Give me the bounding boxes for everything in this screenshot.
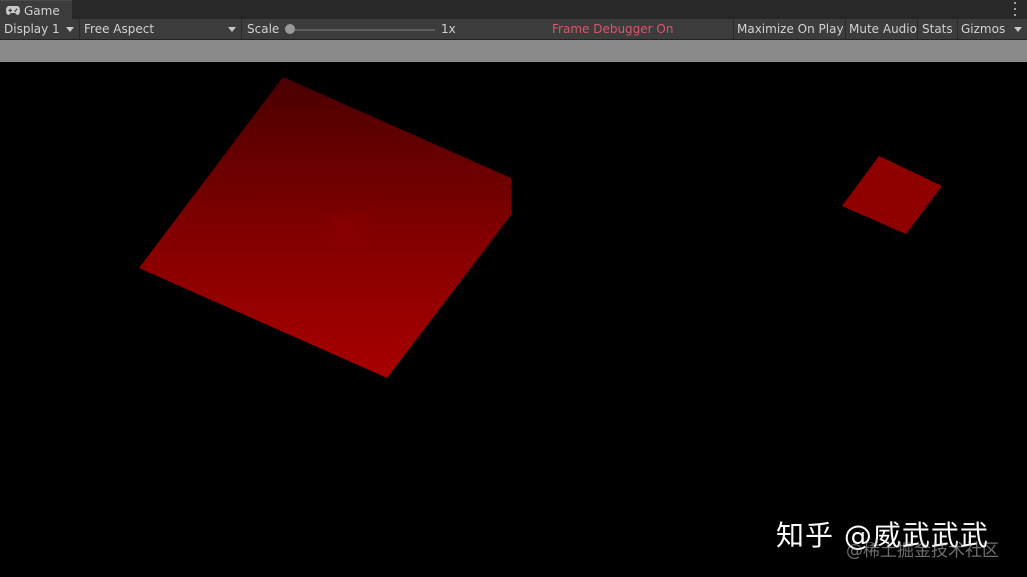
scale-slider-track[interactable] — [290, 29, 435, 31]
gamepad-icon — [6, 6, 20, 15]
mute-audio-toggle[interactable]: Mute Audio — [846, 19, 917, 39]
game-viewport[interactable]: 知乎 @威武武武 @稀土掘金技术社区 — [0, 62, 1027, 577]
aspect-dropdown[interactable]: Free Aspect — [80, 19, 241, 39]
game-toolbar: Display 1 Free Aspect Scale 1x Frame Deb… — [0, 19, 1027, 40]
watermark-juejin: @稀土掘金技术社区 — [846, 541, 999, 561]
stats-toggle[interactable]: Stats — [918, 19, 957, 39]
tab-game[interactable]: Game — [0, 0, 72, 20]
chevron-down-icon — [66, 27, 74, 32]
aspect-dropdown-label: Free Aspect — [84, 22, 155, 36]
gizmos-dropdown-label: Gizmos — [961, 22, 1006, 36]
display-dropdown-label: Display 1 — [4, 22, 60, 36]
tab-game-label: Game — [24, 3, 60, 18]
more-options-icon[interactable] — [1011, 2, 1019, 16]
gizmos-dropdown[interactable]: Gizmos — [958, 19, 1027, 39]
scale-value: 1x — [441, 22, 456, 36]
cube-reflection-spot — [317, 205, 377, 249]
viewport-info-strip — [0, 40, 1027, 62]
toolbar-divider — [241, 19, 242, 39]
scale-label: Scale — [247, 22, 280, 36]
chevron-down-icon — [228, 27, 236, 32]
game-view-window: Game Display 1 Free Aspect Scale 1x Fram… — [0, 0, 1027, 577]
scene-render — [139, 77, 942, 378]
chevron-down-icon — [1014, 27, 1022, 32]
small-red-quad — [842, 156, 942, 234]
maximize-on-play-toggle[interactable]: Maximize On Play — [734, 19, 844, 39]
tab-bar: Game — [0, 0, 1027, 20]
display-dropdown[interactable]: Display 1 — [0, 19, 79, 39]
frame-debugger-status: Frame Debugger On — [552, 22, 674, 36]
scale-slider-thumb[interactable] — [285, 24, 295, 34]
